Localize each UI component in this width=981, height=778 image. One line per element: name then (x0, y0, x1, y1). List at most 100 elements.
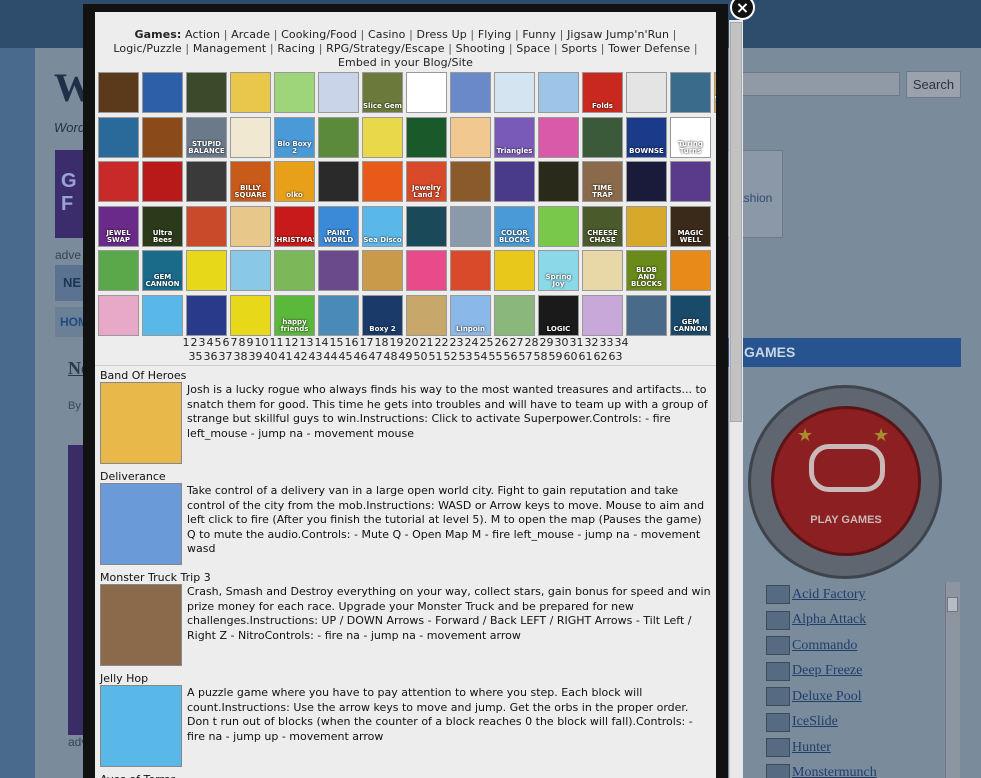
page-link[interactable]: 2 (190, 336, 198, 349)
game-tile[interactable] (450, 72, 491, 113)
page-link[interactable]: 41 (278, 350, 293, 363)
page-link[interactable]: 43 (308, 350, 323, 363)
game-tile[interactable] (582, 250, 623, 292)
game-entry-title[interactable]: Monster Truck Trip 3 (100, 571, 712, 584)
page-link[interactable]: 57 (518, 350, 533, 363)
game-tile[interactable] (494, 295, 535, 336)
game-tile[interactable] (230, 72, 271, 113)
game-list-item[interactable]: Monstermunch (766, 761, 941, 778)
page-link[interactable]: 13 (299, 336, 314, 349)
game-entry-thumbnail[interactable] (100, 685, 182, 767)
page-link[interactable]: 16 (344, 336, 359, 349)
page-link[interactable]: 9 (246, 336, 254, 349)
page-link[interactable]: 11 (269, 336, 284, 349)
game-tile[interactable] (450, 116, 491, 158)
page-link[interactable]: 38 (233, 350, 248, 363)
category-link[interactable]: Arcade (231, 28, 270, 41)
game-tile[interactable] (274, 72, 315, 113)
game-tile[interactable] (406, 205, 447, 247)
game-tile[interactable]: STUPID BALANCE (186, 116, 227, 158)
page-link[interactable]: 62 (593, 350, 608, 363)
game-tile[interactable]: CHRISTMAS (274, 205, 315, 247)
game-tile[interactable]: Turing Turns (670, 116, 711, 158)
page-link[interactable]: 54 (473, 350, 488, 363)
category-link[interactable]: Funny (522, 28, 556, 41)
page-link[interactable]: 21 (419, 336, 434, 349)
game-tile[interactable]: TIME TRAP (582, 161, 623, 203)
game-thumbnail[interactable] (766, 661, 790, 681)
game-tile[interactable] (538, 161, 579, 203)
game-thumbnail[interactable] (766, 712, 790, 732)
game-tile[interactable] (626, 295, 667, 336)
game-tile[interactable] (98, 250, 139, 292)
page-link[interactable]: 3 (198, 336, 206, 349)
search-button[interactable]: Search (906, 71, 961, 98)
game-tile[interactable] (230, 116, 271, 158)
category-link[interactable]: Sports (561, 42, 597, 55)
game-list-link[interactable]: Acid Factory (792, 587, 865, 603)
category-link[interactable]: Flying (478, 28, 512, 41)
page-link[interactable]: 48 (383, 350, 398, 363)
game-tile[interactable]: BILLY SQUARE (230, 161, 271, 203)
game-tile[interactable]: GEM CANNON (142, 250, 183, 292)
game-tile[interactable] (318, 250, 359, 292)
game-list-link[interactable]: Monstermunch (792, 765, 877, 778)
game-tile[interactable] (142, 116, 183, 158)
game-list-item[interactable]: Acid Factory (766, 582, 941, 608)
game-tile[interactable] (450, 250, 491, 292)
game-tile[interactable] (186, 161, 227, 203)
game-entry-thumbnail[interactable] (100, 382, 182, 464)
game-tile[interactable]: Spring Joy (538, 250, 579, 292)
game-entry-thumbnail[interactable] (100, 584, 182, 666)
category-link[interactable]: Tower Defense (608, 42, 690, 55)
game-tile[interactable]: happy friends (274, 295, 315, 336)
game-tile[interactable]: GEM CANNON (670, 295, 711, 336)
modal-scroll-thumb[interactable] (730, 22, 742, 422)
nav-tab-new[interactable]: NE (55, 265, 85, 301)
game-tile[interactable] (230, 205, 271, 247)
page-link[interactable]: 26 (494, 336, 509, 349)
game-tile[interactable] (142, 161, 183, 203)
game-thumbnail[interactable] (766, 738, 790, 758)
game-tile[interactable] (406, 116, 447, 158)
page-link[interactable]: 12 (284, 336, 299, 349)
game-tile[interactable]: JEWEL SWAP (98, 205, 139, 247)
game-tile[interactable] (538, 205, 579, 247)
category-link[interactable]: Management (193, 42, 266, 55)
game-tile[interactable] (186, 295, 227, 336)
page-link[interactable]: 1 (182, 336, 190, 349)
game-list-item[interactable]: Deep Freeze (766, 659, 941, 685)
page-link[interactable]: 19 (389, 336, 404, 349)
game-tile[interactable] (406, 250, 447, 292)
game-tile[interactable] (670, 250, 711, 292)
page-link[interactable]: 15 (329, 336, 344, 349)
game-tile[interactable]: olko (274, 161, 315, 203)
game-list-link[interactable]: Commando (792, 638, 857, 654)
game-tile[interactable] (230, 250, 271, 292)
game-list-link[interactable]: Alpha Attack (792, 612, 866, 628)
game-tile[interactable] (318, 295, 359, 336)
game-list-link[interactable]: Deluxe Pool (792, 689, 862, 705)
game-tile[interactable] (406, 72, 447, 113)
page-link[interactable]: 36 (203, 350, 218, 363)
category-link[interactable]: Dress Up (417, 28, 467, 41)
game-tile[interactable]: Triangles (494, 116, 535, 158)
page-link[interactable]: 56 (503, 350, 518, 363)
game-thumbnail[interactable] (766, 763, 790, 778)
game-tile[interactable]: BOWNSE (626, 116, 667, 158)
page-link[interactable]: 23 (449, 336, 464, 349)
page-link[interactable]: 31 (569, 336, 584, 349)
page-link[interactable]: 29 (539, 336, 554, 349)
game-tile[interactable]: COLOR BLOCKS (494, 205, 535, 247)
page-link[interactable]: 39 (248, 350, 263, 363)
game-list-item[interactable]: Deluxe Pool (766, 684, 941, 710)
game-tile[interactable] (450, 205, 491, 247)
game-tile[interactable] (318, 161, 359, 203)
game-tile[interactable]: Linpoin (450, 295, 491, 336)
game-tile[interactable] (186, 205, 227, 247)
page-link[interactable]: 17 (359, 336, 374, 349)
page-link[interactable]: 53 (458, 350, 473, 363)
game-list-scroll-thumb[interactable] (947, 597, 958, 612)
game-list-item[interactable]: Commando (766, 633, 941, 659)
page-link[interactable]: 47 (368, 350, 383, 363)
